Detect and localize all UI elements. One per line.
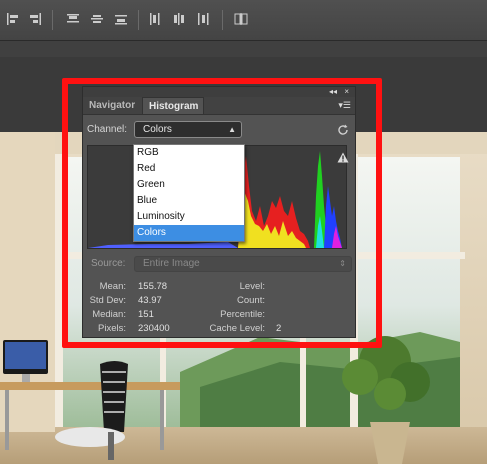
distribute-left-icon[interactable] (148, 12, 162, 26)
toolbar-separator (52, 10, 53, 30)
align-right-icon[interactable] (28, 12, 42, 26)
document-tab-strip (0, 41, 487, 57)
distribute-vcenter-icon[interactable] (90, 12, 104, 26)
options-toolbar (0, 0, 487, 41)
distribute-hcenter-icon[interactable] (172, 12, 186, 26)
distribute-bottom-icon[interactable] (114, 12, 128, 26)
highlight-box (62, 78, 382, 348)
align-left-icon[interactable] (6, 12, 20, 26)
toolbar-separator (138, 10, 139, 30)
auto-align-icon[interactable] (234, 12, 248, 26)
toolbar-separator (222, 10, 223, 30)
distribute-top-icon[interactable] (66, 12, 80, 26)
distribute-right-icon[interactable] (196, 12, 210, 26)
